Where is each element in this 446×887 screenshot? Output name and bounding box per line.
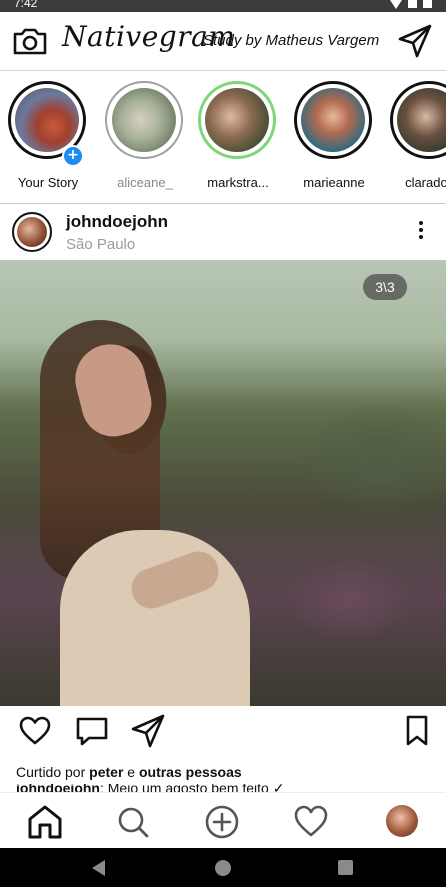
recents-icon[interactable] <box>338 860 353 875</box>
story-claradoe[interactable]: claradoe <box>388 79 446 191</box>
liked-by-user[interactable]: peter <box>89 764 123 780</box>
home-circle-icon[interactable] <box>215 860 231 876</box>
search-icon[interactable] <box>114 803 152 841</box>
post-actions <box>0 706 446 760</box>
story-label: claradoe <box>405 175 446 190</box>
story-label: markstra... <box>207 175 269 190</box>
battery-icon <box>423 0 432 8</box>
heart-icon[interactable] <box>292 803 330 841</box>
status-icons <box>390 0 432 12</box>
liked-by-others[interactable]: outras pessoas <box>139 764 242 780</box>
bookmark-icon[interactable] <box>400 714 434 748</box>
story-label: aliceane_ <box>117 175 173 190</box>
home-icon[interactable] <box>26 803 64 841</box>
post-avatar[interactable] <box>12 212 52 252</box>
story-avatar <box>15 88 79 152</box>
add-post-icon[interactable] <box>203 803 241 841</box>
caption-text: : Meio um agosto bem feito ✓ <box>99 784 285 792</box>
signal-icon <box>408 0 417 8</box>
status-time: 7:42 <box>14 0 38 10</box>
bottom-navigation <box>0 792 446 849</box>
post-location[interactable]: São Paulo <box>66 236 135 253</box>
story-label: marieanne <box>303 175 365 190</box>
story-label: Your Story <box>17 175 79 190</box>
story-markstra[interactable]: markstra... <box>196 79 286 191</box>
system-navigation-bar <box>0 848 446 887</box>
share-icon[interactable] <box>131 714 165 748</box>
stories-tray: + Your Story aliceane_ markstra... marie… <box>0 75 446 193</box>
story-aliceane[interactable]: aliceane_ <box>103 79 193 191</box>
camera-icon[interactable] <box>12 26 48 56</box>
comment-icon[interactable] <box>75 714 109 748</box>
carousel-counter: 3\3 <box>363 274 407 300</box>
more-options-icon[interactable] <box>412 218 430 248</box>
header-divider <box>0 70 446 71</box>
wifi-icon <box>390 0 402 9</box>
like-heart-icon[interactable] <box>18 714 52 748</box>
liked-by-joiner: e <box>127 764 136 780</box>
story-your-story[interactable]: + Your Story <box>6 79 96 191</box>
add-story-icon[interactable]: + <box>62 145 84 167</box>
story-avatar <box>112 88 176 152</box>
app-header: Nativegram Study by Matheus Vargem <box>0 12 446 70</box>
story-avatar <box>205 88 269 152</box>
header-subtitle: Study by Matheus Vargem <box>203 32 380 49</box>
send-icon[interactable] <box>398 24 432 58</box>
post-image[interactable]: 3\3 <box>0 260 446 706</box>
profile-avatar[interactable] <box>386 805 418 837</box>
liked-by-prefix: Curtido por <box>16 764 86 780</box>
post-caption: johndoejohn: Meio um agosto bem feito ✓ <box>16 784 436 792</box>
story-marieanne[interactable]: marieanne <box>292 79 382 191</box>
status-bar: 7:42 <box>0 0 446 12</box>
liked-by-text: Curtido por peter e outras pessoas <box>16 764 242 780</box>
story-avatar <box>301 88 365 152</box>
post-username[interactable]: johndoejohn <box>66 212 168 232</box>
back-icon[interactable] <box>92 860 105 876</box>
post-header: johndoejohn São Paulo <box>0 204 446 260</box>
caption-username[interactable]: johndoejohn <box>16 784 100 792</box>
